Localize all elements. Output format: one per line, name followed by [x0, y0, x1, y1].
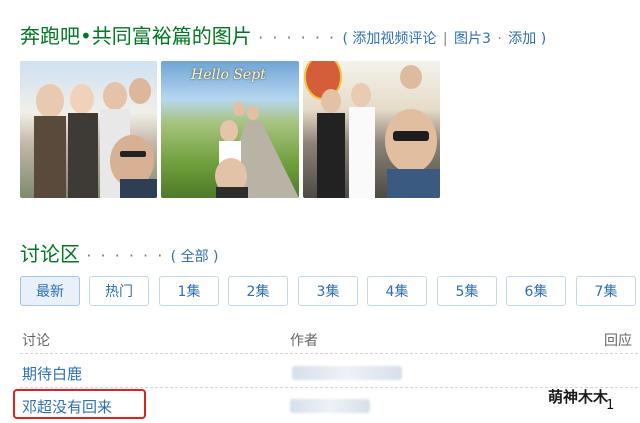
tab-episode-1[interactable]: 1集: [159, 276, 219, 306]
author-name-blurred: [290, 399, 370, 413]
add-photo-link[interactable]: 添加: [508, 31, 536, 47]
tab-episode-2[interactable]: 2集: [228, 276, 288, 306]
photos-section-header: 奔跑吧•共同富裕篇的图片 · · · · · · ( 添加视频评论 | 图片3 …: [20, 20, 546, 49]
column-header-replies: 回应: [604, 333, 632, 349]
tab-episode-3[interactable]: 3集: [298, 276, 358, 306]
tab-hot[interactable]: 热门: [89, 276, 149, 306]
row-divider: [20, 387, 638, 388]
tab-episode-6[interactable]: 6集: [506, 276, 566, 306]
highlight-box: [13, 389, 146, 419]
balloon-selfie-image: [304, 61, 440, 198]
tab-latest[interactable]: 最新: [20, 276, 80, 306]
separator: |: [442, 31, 448, 47]
column-header-author: 作者: [290, 333, 318, 349]
table-row-topic-link[interactable]: 期待白鹿: [22, 363, 82, 384]
discussion-section-header: 讨论区 · · · · · · ( 全部 ): [20, 238, 219, 267]
author-name-blurred: [292, 366, 402, 380]
watermark-text: 萌神木木: [548, 388, 609, 406]
all-discussions-link[interactable]: ( 全部 ): [171, 249, 219, 265]
paren-open: (: [342, 31, 348, 47]
dot-separator: ·: [497, 31, 502, 47]
photo-thumbnail-1[interactable]: [20, 61, 157, 198]
photo-caption: Hello Sept: [191, 67, 266, 83]
add-video-review-link[interactable]: 添加视频评论: [352, 31, 436, 47]
title-dots: · · · · · ·: [86, 246, 165, 265]
column-header-topic: 讨论: [22, 333, 50, 349]
group-selfie-image: [34, 78, 157, 198]
tab-episode-4[interactable]: 4集: [367, 276, 427, 306]
title-dots: · · · · · ·: [258, 28, 337, 47]
row-divider: [20, 353, 638, 354]
photo-thumbnail-2[interactable]: Hello Sept: [161, 61, 299, 198]
photos-section-title: 奔跑吧•共同富裕篇的图片: [20, 24, 252, 48]
tab-episode-7[interactable]: 7集: [576, 276, 636, 306]
photos-count-link[interactable]: 图片3: [454, 31, 491, 47]
paren-close: ): [540, 31, 547, 47]
photo-thumbnail-3[interactable]: [303, 61, 440, 198]
tab-episode-5[interactable]: 5集: [437, 276, 497, 306]
discussion-section-title: 讨论区: [20, 242, 80, 266]
